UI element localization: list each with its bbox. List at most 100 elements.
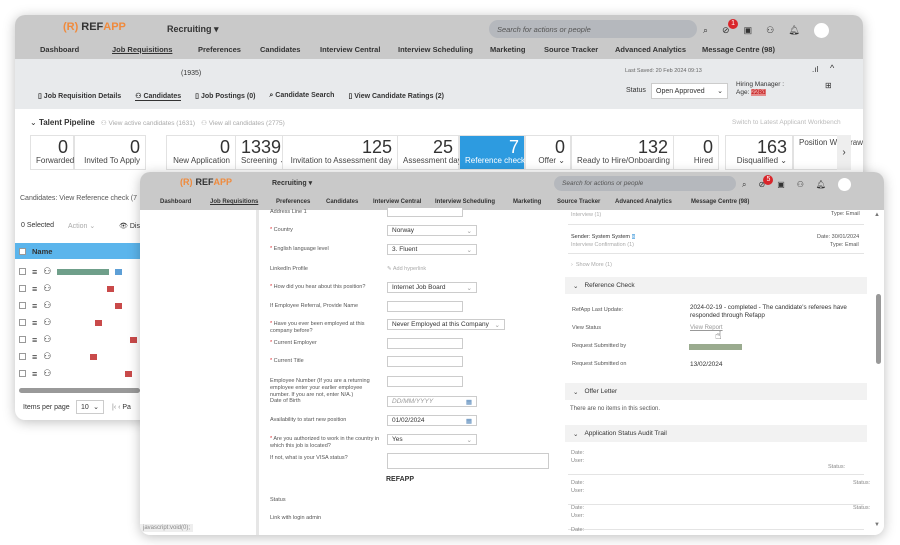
nav-marketing[interactable]: Marketing: [490, 45, 544, 54]
documents-icon[interactable]: ▣: [777, 180, 785, 189]
select-field[interactable]: Never Employed at this Company ⌄: [387, 319, 505, 330]
row-checkbox[interactable]: [19, 268, 26, 275]
table-row[interactable]: ≡ ⚇: [15, 297, 140, 314]
people-icon[interactable]: ⚇: [797, 180, 804, 189]
module-switcher[interactable]: Recruiting ▾: [167, 24, 219, 35]
audit-trail-section[interactable]: ⌄ Application Status Audit Trail: [565, 425, 867, 442]
documents-icon[interactable]: ▣: [744, 25, 753, 36]
text-field[interactable]: [387, 338, 463, 349]
vertical-scrollbar[interactable]: ▲ ▼: [872, 210, 884, 535]
tab-job-postings[interactable]: ▯ Job Postings (0): [195, 92, 255, 101]
nav-candidates[interactable]: Candidates: [326, 199, 373, 205]
menu-icon[interactable]: ≡: [32, 369, 37, 379]
offer-letter-section[interactable]: ⌄ Offer Letter: [565, 383, 867, 400]
table-row[interactable]: ≡ ⚇: [15, 263, 140, 280]
add-hyperlink-link[interactable]: ✎ Add hyperlink: [387, 266, 426, 272]
action-dropdown[interactable]: Action ⌄: [68, 222, 95, 230]
nav-job-requisitions[interactable]: Job Requisitions: [112, 45, 198, 54]
text-field[interactable]: [387, 453, 549, 469]
menu-icon[interactable]: ≡: [32, 284, 37, 294]
row-checkbox[interactable]: [19, 285, 26, 292]
pipeline-next-icon[interactable]: ›: [837, 135, 851, 170]
switch-workbench-link[interactable]: Switch to Latest Applicant Workbench: [732, 119, 841, 126]
menu-icon[interactable]: ≡: [32, 301, 37, 311]
bell-icon[interactable]: 🔔︎: [788, 25, 799, 36]
chart-icon[interactable]: .ıl: [812, 65, 818, 74]
view-all-link[interactable]: ⚇ View all candidates (2775): [201, 119, 285, 127]
people-icon[interactable]: ⚇: [766, 25, 774, 36]
pipeline-stage[interactable]: 25Assessment day ⌄: [397, 135, 471, 170]
nav-dashboard[interactable]: Dashboard: [160, 199, 210, 205]
todo-icon[interactable]: ⊘ 1: [722, 19, 739, 36]
menu-icon[interactable]: ≡: [32, 352, 37, 362]
avatar[interactable]: [838, 178, 852, 191]
message-sender[interactable]: Sender: System System ✉: [571, 234, 635, 240]
module-switcher[interactable]: Recruiting ▾: [272, 179, 312, 187]
text-field[interactable]: [387, 301, 463, 312]
text-field[interactable]: [387, 356, 463, 367]
row-checkbox[interactable]: [19, 302, 26, 309]
search-input[interactable]: Search for actions or people: [554, 176, 736, 191]
tab-job-requisition-details[interactable]: ▯ Job Requisition Details: [38, 92, 121, 101]
expand-icon[interactable]: ⊞: [825, 81, 832, 90]
todo-icon[interactable]: ⊘ 5: [758, 175, 774, 189]
pipeline-stage[interactable]: 0 Forwarded: [30, 135, 74, 170]
select-all-checkbox[interactable]: [19, 247, 26, 255]
nav-job-requisitions[interactable]: Job Requisitions: [210, 199, 276, 205]
nav-source-tracker[interactable]: Source Tracker: [557, 199, 615, 205]
pipeline-stage[interactable]: 7 Reference check: [459, 135, 525, 170]
nav-preferences[interactable]: Preferences: [276, 199, 326, 205]
tab-candidate-search[interactable]: ⌕ Candidate Search: [269, 92, 334, 101]
pipeline-stage[interactable]: 0 New Application: [166, 135, 236, 170]
display-options[interactable]: 👁︎ Dis: [119, 222, 140, 230]
nav-candidates[interactable]: Candidates: [260, 45, 320, 54]
pagination-first-prev[interactable]: |‹ ‹ Pa: [112, 404, 131, 411]
avatar[interactable]: [813, 23, 829, 38]
pipeline-stage[interactable]: 1339Screening ⌄: [235, 135, 286, 170]
date-field[interactable]: DD/MM/YYYY ▦: [387, 396, 477, 407]
search-icon[interactable]: ⌕: [742, 180, 746, 190]
pipeline-stage[interactable]: 0 Offer ⌄: [525, 135, 571, 170]
address-line-1-input[interactable]: [387, 208, 463, 217]
select-field[interactable]: Yes ⌄: [387, 434, 477, 445]
nav-marketing[interactable]: Marketing: [513, 199, 557, 205]
nav-preferences[interactable]: Preferences: [198, 45, 260, 54]
bell-icon[interactable]: 🔔︎: [816, 180, 826, 189]
table-row[interactable]: ≡ ⚇: [15, 314, 140, 331]
nav-advanced-analytics[interactable]: Advanced Analytics: [615, 199, 691, 205]
pipeline-stage[interactable]: 0 Invited To Apply: [74, 135, 146, 170]
table-row[interactable]: ≡ ⚇: [15, 348, 140, 365]
row-checkbox[interactable]: [19, 370, 26, 377]
table-row[interactable]: ≡ ⚇: [15, 280, 140, 297]
table-row[interactable]: ≡ ⚇: [15, 365, 140, 382]
nav-dashboard[interactable]: Dashboard: [40, 45, 112, 54]
select-field[interactable]: Norway ⌄: [387, 225, 477, 236]
nav-message-centre[interactable]: Message Centre (98): [702, 45, 775, 54]
nav-interview-scheduling[interactable]: Interview Scheduling: [435, 199, 513, 205]
reference-check-section[interactable]: ⌄ Reference Check: [565, 277, 867, 294]
menu-icon[interactable]: ≡: [32, 335, 37, 345]
items-per-page-select[interactable]: 10 ⌄: [76, 400, 104, 414]
row-checkbox[interactable]: [19, 353, 26, 360]
nav-message-centre[interactable]: Message Centre (98): [691, 199, 749, 205]
pipeline-stage[interactable]: 163 Disqualified ⌄: [725, 135, 793, 170]
text-field[interactable]: [387, 376, 463, 387]
status-select[interactable]: Open Approved ⌄: [651, 83, 728, 99]
pipeline-stage[interactable]: 0 Hired: [673, 135, 719, 170]
row-checkbox[interactable]: [19, 336, 26, 343]
search-icon[interactable]: ⌕: [703, 25, 708, 36]
menu-icon[interactable]: ≡: [32, 318, 37, 328]
nav-source-tracker[interactable]: Source Tracker: [544, 45, 615, 54]
select-field[interactable]: Internet Job Board ⌄: [387, 282, 477, 293]
pipeline-stage[interactable]: 132 Ready to Hire/Onboarding: [571, 135, 674, 170]
date-field[interactable]: 01/02/2024 ▦: [387, 415, 477, 426]
redacted-name[interactable]: [57, 268, 110, 275]
row-checkbox[interactable]: [19, 319, 26, 326]
show-more-link[interactable]: › Show More (1): [571, 262, 612, 268]
table-row[interactable]: ≡ ⚇: [15, 331, 140, 348]
select-field[interactable]: 3. Fluent ⌄: [387, 244, 477, 255]
collapse-icon[interactable]: ^: [830, 63, 834, 73]
tab-view-candidate-ratings[interactable]: ▯ View Candidate Ratings (2): [348, 92, 444, 101]
view-active-link[interactable]: ⚇ View active candidates (1631): [101, 119, 195, 127]
nav-interview-central[interactable]: Interview Central: [373, 199, 435, 205]
